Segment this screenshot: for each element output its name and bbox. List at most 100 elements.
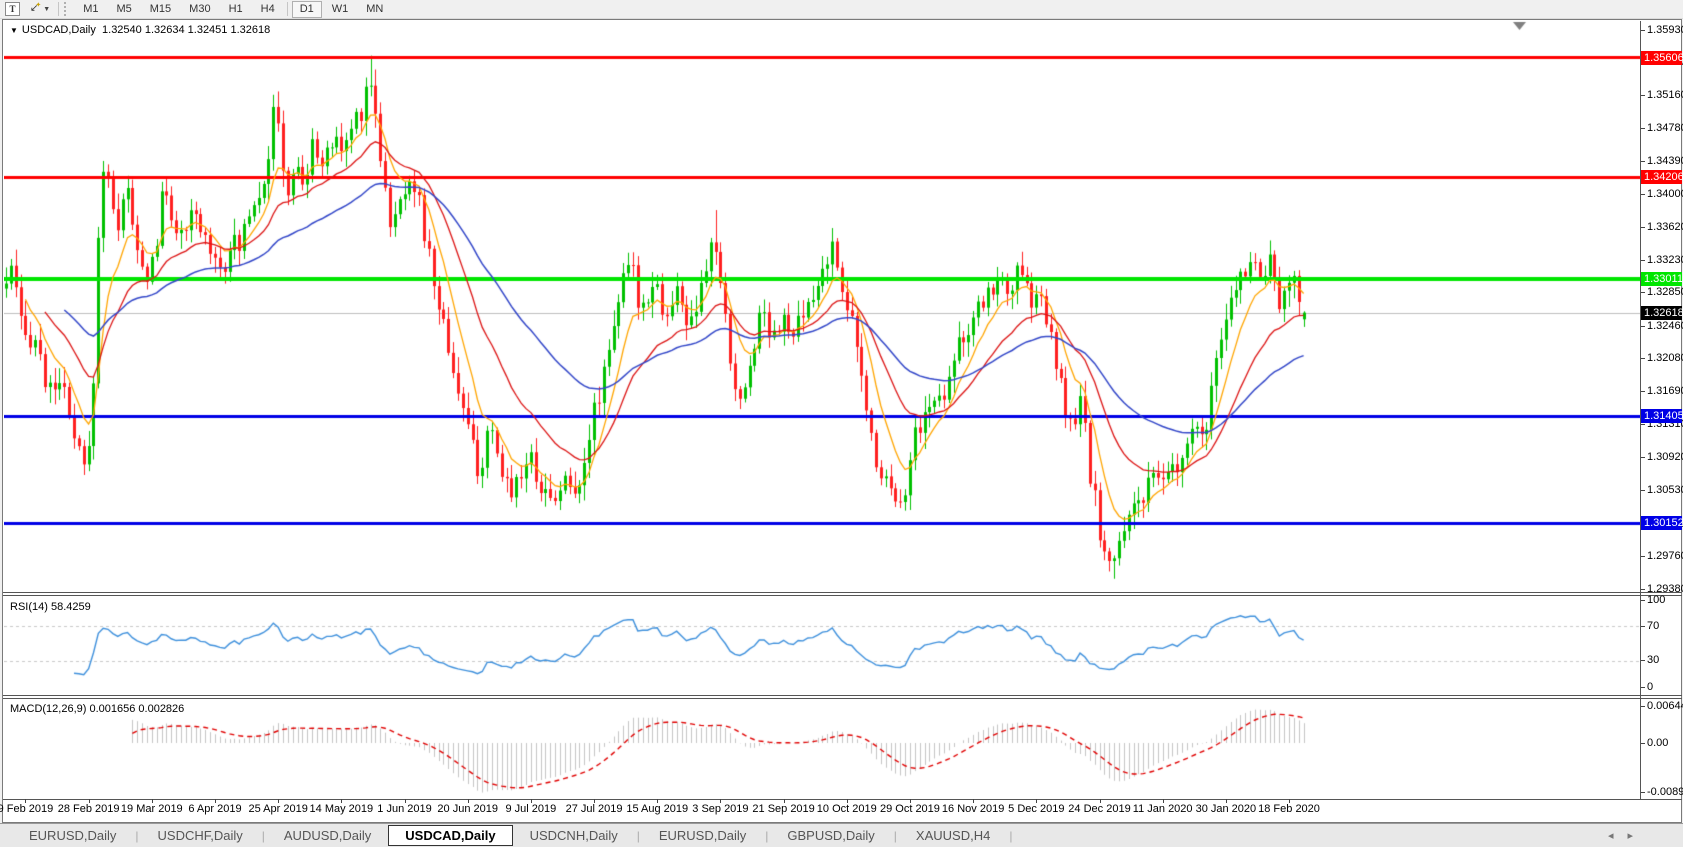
price-axis-label: 1.32460 <box>1647 320 1683 333</box>
chevron-down-icon[interactable]: ▼ <box>43 6 50 13</box>
chart-symbol-label: USDCAD,Daily <box>22 24 96 36</box>
tab-audusd-daily[interactable]: AUDUSD,Daily <box>267 825 388 846</box>
timeframe-button-m1[interactable]: M1 <box>75 1 106 18</box>
price-level-badge: 1.35606 <box>1641 51 1682 65</box>
main-chart-canvas[interactable] <box>4 21 1640 592</box>
rsi-axis-label: 30 <box>1647 654 1659 667</box>
macd-indicator-label: MACD(12,26,9) 0.001656 0.002826 <box>10 703 184 715</box>
price-axis-label: 1.34390 <box>1647 155 1683 168</box>
price-level-badge: 1.33011 <box>1641 272 1682 286</box>
price-axis-label: 1.31690 <box>1647 385 1683 398</box>
date-axis-label: 16 Nov 2019 <box>942 803 1004 815</box>
price-level-badge: 1.32618 <box>1641 306 1682 320</box>
date-axis-label: 30 Jan 2020 <box>1196 803 1257 815</box>
date-axis-label: 25 Apr 2019 <box>248 803 307 815</box>
date-axis-tick <box>1036 799 1037 803</box>
date-axis-tick <box>657 799 658 803</box>
date-axis-tick <box>594 799 595 803</box>
date-axis-tick <box>25 799 26 803</box>
time-axis-border <box>3 799 1682 800</box>
tab-usdcnh-daily[interactable]: USDCNH,Daily <box>513 825 635 846</box>
panel-divider[interactable] <box>3 698 1682 699</box>
date-axis-label: 10 Oct 2019 <box>817 803 877 815</box>
toolbar-separator <box>58 2 59 16</box>
date-axis-label: 6 Apr 2019 <box>188 803 241 815</box>
date-axis-tick <box>152 799 153 803</box>
date-axis-label: 3 Sep 2019 <box>692 803 748 815</box>
tab-eurusd-daily[interactable]: EURUSD,Daily <box>642 825 763 846</box>
tab-separator: | <box>260 829 267 843</box>
timeframe-button-h4[interactable]: H4 <box>253 1 283 18</box>
price-axis-label: 1.35160 <box>1647 89 1683 102</box>
date-axis-tick <box>784 799 785 803</box>
price-axis-label: 1.33230 <box>1647 254 1683 267</box>
date-axis-label: 21 Sep 2019 <box>752 803 814 815</box>
toolbar-separator <box>287 2 288 16</box>
tab-usdcad-daily[interactable]: USDCAD,Daily <box>388 825 512 846</box>
price-level-badge: 1.34206 <box>1641 170 1682 184</box>
date-axis-label: 20 Jun 2019 <box>437 803 498 815</box>
tab-scroll-right-icon[interactable]: ▸ <box>1627 829 1633 842</box>
date-axis-tick <box>468 799 469 803</box>
price-level-badge: 1.31405 <box>1641 409 1682 423</box>
text-tool-icon: T <box>5 2 20 16</box>
timeframe-button-w1[interactable]: W1 <box>324 1 357 18</box>
mt4-application: T ↙ ✦ ▼ M1M5M15M30H1H4 D1W1MN ▼ USDCAD,Dai… <box>0 0 1683 847</box>
date-axis-label: 1 Jun 2019 <box>377 803 431 815</box>
timeframe-button-m15[interactable]: M15 <box>142 1 179 18</box>
timeframe-button-m30[interactable]: M30 <box>181 1 218 18</box>
price-level-badge: 1.30152 <box>1641 516 1682 530</box>
panel-divider[interactable] <box>3 595 1682 596</box>
chart-dropdown-icon[interactable]: ▼ <box>10 26 18 35</box>
date-axis-tick <box>1100 799 1101 803</box>
date-axis-label: 14 May 2019 <box>310 803 374 815</box>
chart-ohlc-header: ▼ USDCAD,Daily 1.32540 1.32634 1.32451 1.… <box>10 24 270 36</box>
tab-separator: | <box>635 829 642 843</box>
rsi-indicator-label: RSI(14) 58.4259 <box>10 601 91 613</box>
price-axis-label: 1.29760 <box>1647 550 1683 563</box>
price-axis-label: 1.32080 <box>1647 352 1683 365</box>
date-axis-tick <box>1226 799 1227 803</box>
arrange-windows-button[interactable]: ↙ ✦ ▼ <box>26 1 54 17</box>
date-axis-tick <box>973 799 974 803</box>
date-axis-label: 24 Dec 2019 <box>1068 803 1130 815</box>
date-axis-tick <box>1163 799 1164 803</box>
chart-tabs: EURUSD,Daily|USDCHF,Daily|AUDUSD,DailyUS… <box>12 825 1014 846</box>
date-axis-label: 15 Aug 2019 <box>626 803 688 815</box>
text-tool-button[interactable]: T <box>1 1 24 17</box>
date-axis-label: 9 Jul 2019 <box>505 803 556 815</box>
timeframe-button-h1[interactable]: H1 <box>221 1 251 18</box>
price-axis-label: 1.34000 <box>1647 188 1683 201</box>
tab-separator: | <box>133 829 140 843</box>
date-axis-tick <box>847 799 848 803</box>
timeframe-button-d1[interactable]: D1 <box>292 1 322 18</box>
timeframe-button-mn[interactable]: MN <box>358 1 391 18</box>
macd-axis-label: 0.00 <box>1647 737 1668 750</box>
tab-eurusd-daily[interactable]: EURUSD,Daily <box>12 825 133 846</box>
toolbar-grip[interactable] <box>64 2 70 16</box>
panel-divider[interactable] <box>3 695 1682 696</box>
chart-ohlc-values: 1.32540 1.32634 1.32451 1.32618 <box>102 24 270 36</box>
date-axis-label: 27 Jul 2019 <box>566 803 623 815</box>
price-axis-label: 1.30530 <box>1647 484 1683 497</box>
sparkle-icon: ✦ <box>35 1 41 9</box>
tab-xauusd-h4[interactable]: XAUUSD,H4 <box>899 825 1007 846</box>
rsi-axis-label: 0 <box>1647 681 1653 694</box>
panel-divider[interactable] <box>3 592 1682 593</box>
date-axis-label: 5 Dec 2019 <box>1008 803 1064 815</box>
tab-scroll-left-icon[interactable]: ◂ <box>1608 829 1614 842</box>
timeframe-button-m5[interactable]: M5 <box>108 1 139 18</box>
date-axis-label: 18 Feb 2020 <box>1258 803 1320 815</box>
tab-usdchf-daily[interactable]: USDCHF,Daily <box>141 825 260 846</box>
price-axis-label: 1.35930 <box>1647 24 1683 37</box>
macd-axis-label: 0.006448 <box>1647 700 1683 713</box>
date-axis-tick <box>720 799 721 803</box>
tab-separator: | <box>763 829 770 843</box>
date-axis-tick <box>405 799 406 803</box>
date-axis-tick <box>215 799 216 803</box>
macd-panel-canvas[interactable] <box>4 699 1640 799</box>
tab-gbpusd-daily[interactable]: GBPUSD,Daily <box>770 825 891 846</box>
rsi-panel-canvas[interactable] <box>4 596 1640 695</box>
date-axis-label: 11 Jan 2020 <box>1133 803 1193 815</box>
tab-scroll-arrows: ◂ ▸ <box>1608 829 1633 842</box>
